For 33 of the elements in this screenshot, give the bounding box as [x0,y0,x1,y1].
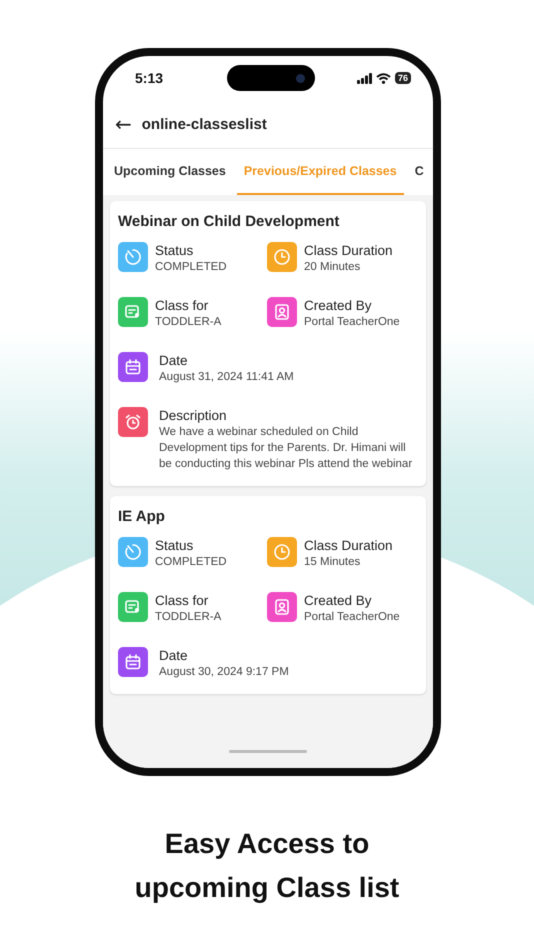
field-label: Class Duration [304,242,393,259]
field-value: Portal TeacherOne [304,315,400,330]
tab[interactable]: C [410,149,428,195]
field-value: Portal TeacherOne [304,610,400,625]
tab[interactable]: Upcoming Classes [114,149,230,195]
field-label: Date [159,352,189,369]
field-value: We have a webinar scheduled on Child Development tips for the Parents. Dr. Himani will be conducting this webinar Pls attend the webinar [159,425,414,472]
signal-icon [356,72,372,84]
field-value: August 30, 2024 9:17 PM [159,665,289,680]
field-label: Class Duration [304,537,393,554]
field-value: TODDLER-A [155,315,222,330]
caption-heading: Easy Access to upcoming Class list [134,827,400,905]
class-title: IE App [118,508,166,525]
field-value: August 31, 2024 11:41 AM [159,370,294,385]
field-value: COMPLETED [155,260,227,275]
field-label: Status [155,537,194,554]
battery-level: 76 [394,72,411,84]
page-title: online-classeslist [142,116,267,132]
field-label: Date [159,647,189,664]
field-value: TODDLER-A [155,610,222,625]
field-label: Created By [304,297,373,314]
field-label: Status [155,242,194,259]
status-time: 5:13 [135,70,164,86]
field-label: Class for [155,297,210,314]
back-button[interactable]: ← [115,114,132,134]
field-value: 15 Minutes [304,555,362,570]
field-label: Description [159,407,228,424]
field-value: COMPLETED [155,555,227,570]
wifi-icon [376,72,391,84]
field-value: 20 Minutes [304,260,362,275]
field-label: Class for [155,592,210,609]
field-label: Created By [304,592,373,609]
class-title: Webinar on Child Development [118,213,340,230]
